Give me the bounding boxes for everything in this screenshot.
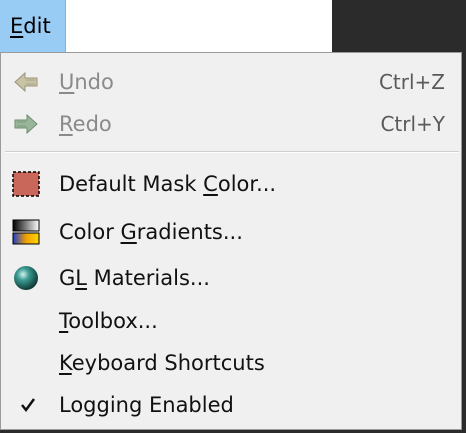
menu-item-default-mask-color-label: Default Mask Color...	[59, 172, 277, 196]
checkmark-icon	[11, 391, 41, 419]
menu-item-gl-materials[interactable]: GL Materials...	[1, 258, 461, 298]
menubar: Edit	[0, 0, 332, 53]
edit-menu-label-rest: dit	[23, 14, 51, 38]
menu-separator	[5, 151, 459, 153]
menu-item-redo-label: Redo	[59, 112, 112, 136]
menu-item-gl-materials-label: GL Materials...	[59, 266, 210, 290]
menu-item-toolbox-label: Toolbox...	[59, 309, 158, 333]
menu-item-logging-enabled-label: Logging Enabled	[59, 393, 234, 417]
menu-item-undo[interactable]: Undo Ctrl+Z	[1, 62, 461, 102]
menu-item-keyboard-shortcuts-label: Keyboard Shortcuts	[59, 351, 265, 375]
menu-item-toolbox[interactable]: Toolbox...	[1, 301, 461, 341]
menu-item-color-gradients[interactable]: Color Gradients...	[1, 212, 461, 252]
menu-item-undo-label: Undo	[59, 70, 114, 94]
menu-item-keyboard-shortcuts[interactable]: Keyboard Shortcuts	[1, 343, 461, 383]
menu-item-default-mask-color[interactable]: Default Mask Color...	[1, 164, 461, 204]
menu-item-redo-shortcut: Ctrl+Y	[380, 112, 445, 136]
menu-item-redo[interactable]: Redo Ctrl+Y	[1, 104, 461, 144]
menu-item-color-gradients-label: Color Gradients...	[59, 220, 243, 244]
color-gradient-icon	[11, 218, 41, 246]
edit-dropdown-menu: Undo Ctrl+Z Redo Ctrl+Y Default Mask Col…	[0, 52, 462, 430]
mask-color-swatch-icon	[11, 170, 41, 198]
menu-item-undo-shortcut: Ctrl+Z	[378, 70, 445, 94]
gl-sphere-icon	[11, 264, 41, 292]
menu-item-logging-enabled[interactable]: Logging Enabled	[1, 385, 461, 425]
edit-menu[interactable]: Edit	[0, 0, 66, 52]
undo-icon	[11, 68, 41, 96]
redo-icon	[11, 110, 41, 138]
